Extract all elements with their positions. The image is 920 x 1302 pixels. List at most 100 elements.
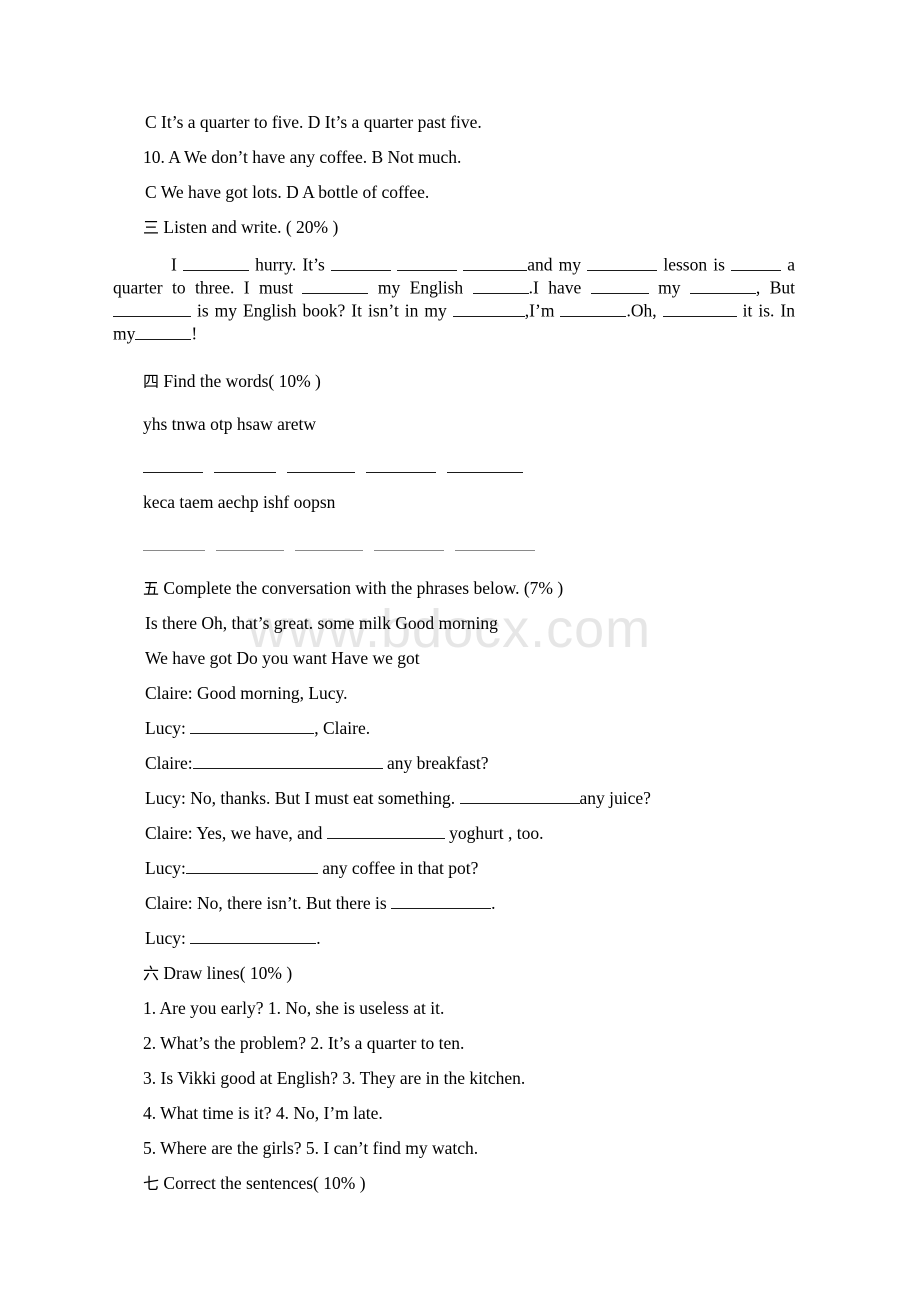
- scramble-row-2: keca taem aechp ishf oopsn: [143, 491, 336, 512]
- para-part-4: and my: [527, 254, 588, 275]
- section-heading-five: 五 Complete the conversation with the phr…: [0, 571, 920, 606]
- dialogue-before-5: Yes, we have, and: [192, 822, 327, 843]
- blank-7[interactable]: [302, 276, 369, 294]
- dialogue-speaker-1: Claire:: [145, 682, 193, 703]
- para-part-9: my: [648, 277, 690, 298]
- dialogue-blank-8[interactable]: [190, 926, 317, 944]
- para-part-1: hurry. It’s: [248, 254, 331, 275]
- section-numeral-three: 三: [143, 218, 160, 237]
- blank-5[interactable]: [587, 253, 658, 271]
- section-heading-three-label: Listen and write. ( 20% ): [163, 217, 339, 237]
- dialogue-speaker-7: Claire:: [145, 892, 193, 913]
- dialogue-line-3: Claire: any breakfast?: [0, 746, 920, 781]
- blank-6[interactable]: [731, 253, 782, 271]
- worksheet-page: www.bdocx.com C It’s a quarter to five. …: [0, 0, 920, 1302]
- dialogue-after-8: .: [316, 927, 321, 948]
- dialogue-before-4: No, thanks. But I must eat something.: [185, 787, 460, 808]
- blank-2[interactable]: [330, 253, 391, 271]
- dialogue-after-3: any breakfast?: [382, 752, 489, 773]
- answer-blank-row-1: [0, 450, 920, 485]
- para-part-10: , But: [755, 277, 795, 298]
- listen-and-write-paragraph: I hurry. It’s and my lesson is a quarter…: [0, 253, 920, 346]
- blank-8[interactable]: [472, 276, 529, 294]
- dialogue-blank-6[interactable]: [185, 856, 318, 874]
- blank-10[interactable]: [689, 276, 756, 294]
- section-numeral-five: 五: [143, 578, 160, 598]
- dialogue-line-7: Claire: No, there isn’t. But there is .: [0, 886, 920, 921]
- blank-3[interactable]: [397, 253, 458, 271]
- dialogue-after-2: , Claire.: [314, 717, 371, 738]
- dialogue-before-1: Good morning, Lucy.: [192, 682, 348, 703]
- answer-blank-1-1[interactable]: [143, 455, 203, 473]
- dialogue-after-4: any juice?: [579, 787, 651, 808]
- scramble-row-1: yhs tnwa otp hsaw aretw: [143, 413, 317, 434]
- blank-11[interactable]: [113, 299, 191, 317]
- phrase-bank-line-1: Is there Oh, that’s great. some milk Goo…: [145, 612, 498, 633]
- dialogue-after-5: yoghurt , too.: [444, 822, 544, 843]
- section-heading-six-label: Draw lines( 10% ): [163, 962, 293, 983]
- dialogue-line-5: Claire: Yes, we have, and yoghurt , too.: [0, 816, 920, 851]
- dialogue-speaker-8: Lucy:: [145, 927, 186, 948]
- dialogue-after-6: any coffee in that pot?: [317, 857, 479, 878]
- dialogue-speaker-2: Lucy:: [145, 717, 186, 738]
- blank-4[interactable]: [463, 253, 528, 271]
- answer-blank-1-5[interactable]: [447, 455, 523, 473]
- dialogue-line-2: Lucy: , Claire.: [0, 711, 920, 746]
- dialogue-blank-3[interactable]: [192, 751, 383, 769]
- para-part-8: .I have: [528, 277, 591, 298]
- section-heading-four-label: Find the words( 10% ): [163, 370, 321, 391]
- para-part-0: I: [171, 254, 183, 275]
- draw-lines-item-2: 2. What’s the problem? 2. It’s a quarter…: [143, 1032, 465, 1053]
- draw-lines-item-5: 5. Where are the girls? 5. I can’t find …: [143, 1137, 479, 1158]
- section-heading-six: 六 Draw lines( 10% ): [0, 956, 920, 991]
- section-numeral-four: 四: [143, 371, 160, 391]
- para-part-7: my English: [368, 277, 473, 298]
- para-part-13: .Oh,: [626, 300, 663, 321]
- listening-option-q10-ab: 10. A We don’t have any coffee. B Not mu…: [143, 147, 462, 167]
- blank-13[interactable]: [560, 299, 627, 317]
- answer-blank-2-5[interactable]: [455, 533, 535, 551]
- section-numeral-seven: 七: [143, 1173, 160, 1193]
- para-part-12: ,I’m: [524, 300, 561, 321]
- para-part-11: is my English book? It isn’t in my: [191, 300, 453, 321]
- dialogue-speaker-4: Lucy:: [145, 787, 186, 808]
- answer-blank-2-3[interactable]: [295, 533, 363, 551]
- section-heading-seven: 七 Correct the sentences( 10% ): [0, 1166, 920, 1201]
- dialogue-line-4: Lucy: No, thanks. But I must eat somethi…: [0, 781, 920, 816]
- dialogue-blank-5[interactable]: [326, 821, 445, 839]
- blank-15[interactable]: [135, 322, 192, 340]
- section-heading-three: 三 Listen and write. ( 20% ): [0, 210, 920, 245]
- section-heading-five-label: Complete the conversation with the phras…: [163, 577, 564, 598]
- section-heading-seven-label: Correct the sentences( 10% ): [163, 1172, 366, 1193]
- draw-lines-item-1: 1. Are you early? 1. No, she is useless …: [143, 997, 445, 1018]
- blank-12[interactable]: [452, 299, 525, 317]
- draw-lines-item-4: 4. What time is it? 4. No, I’m late.: [143, 1102, 383, 1123]
- dialogue-line-6: Lucy: any coffee in that pot?: [0, 851, 920, 886]
- dialogue-speaker-5: Claire:: [145, 822, 193, 843]
- answer-blank-2-1[interactable]: [143, 533, 205, 551]
- dialogue-blank-4[interactable]: [459, 786, 580, 804]
- para-part-5: lesson is: [657, 254, 732, 275]
- dialogue-after-7: .: [491, 892, 496, 913]
- dialogue-speaker-6: Lucy:: [145, 857, 186, 878]
- answer-blank-2-2[interactable]: [216, 533, 284, 551]
- phrase-bank-line-2: We have got Do you want Have we got: [145, 647, 420, 668]
- dialogue-before-7: No, there isn’t. But there is: [192, 892, 392, 913]
- listening-option-q10-cd: C We have got lots. D A bottle of coffee…: [145, 182, 430, 202]
- section-numeral-six: 六: [143, 963, 160, 983]
- dialogue-blank-7[interactable]: [391, 891, 492, 909]
- answer-blank-row-2: [0, 528, 920, 563]
- answer-blank-1-3[interactable]: [287, 455, 355, 473]
- blank-9[interactable]: [590, 276, 649, 294]
- section-heading-four: 四 Find the words( 10% ): [0, 364, 920, 399]
- blank-1[interactable]: [182, 253, 249, 271]
- para-part-15: !: [191, 324, 198, 344]
- answer-blank-1-4[interactable]: [366, 455, 436, 473]
- answer-blank-2-4[interactable]: [374, 533, 444, 551]
- dialogue-speaker-3: Claire:: [145, 752, 193, 773]
- blank-14[interactable]: [662, 299, 737, 317]
- listening-option-q9-cd: C It’s a quarter to five. D It’s a quart…: [145, 112, 482, 132]
- answer-blank-1-2[interactable]: [214, 455, 276, 473]
- dialogue-blank-2[interactable]: [190, 716, 315, 734]
- document-content: C It’s a quarter to five. D It’s a quart…: [0, 0, 920, 1201]
